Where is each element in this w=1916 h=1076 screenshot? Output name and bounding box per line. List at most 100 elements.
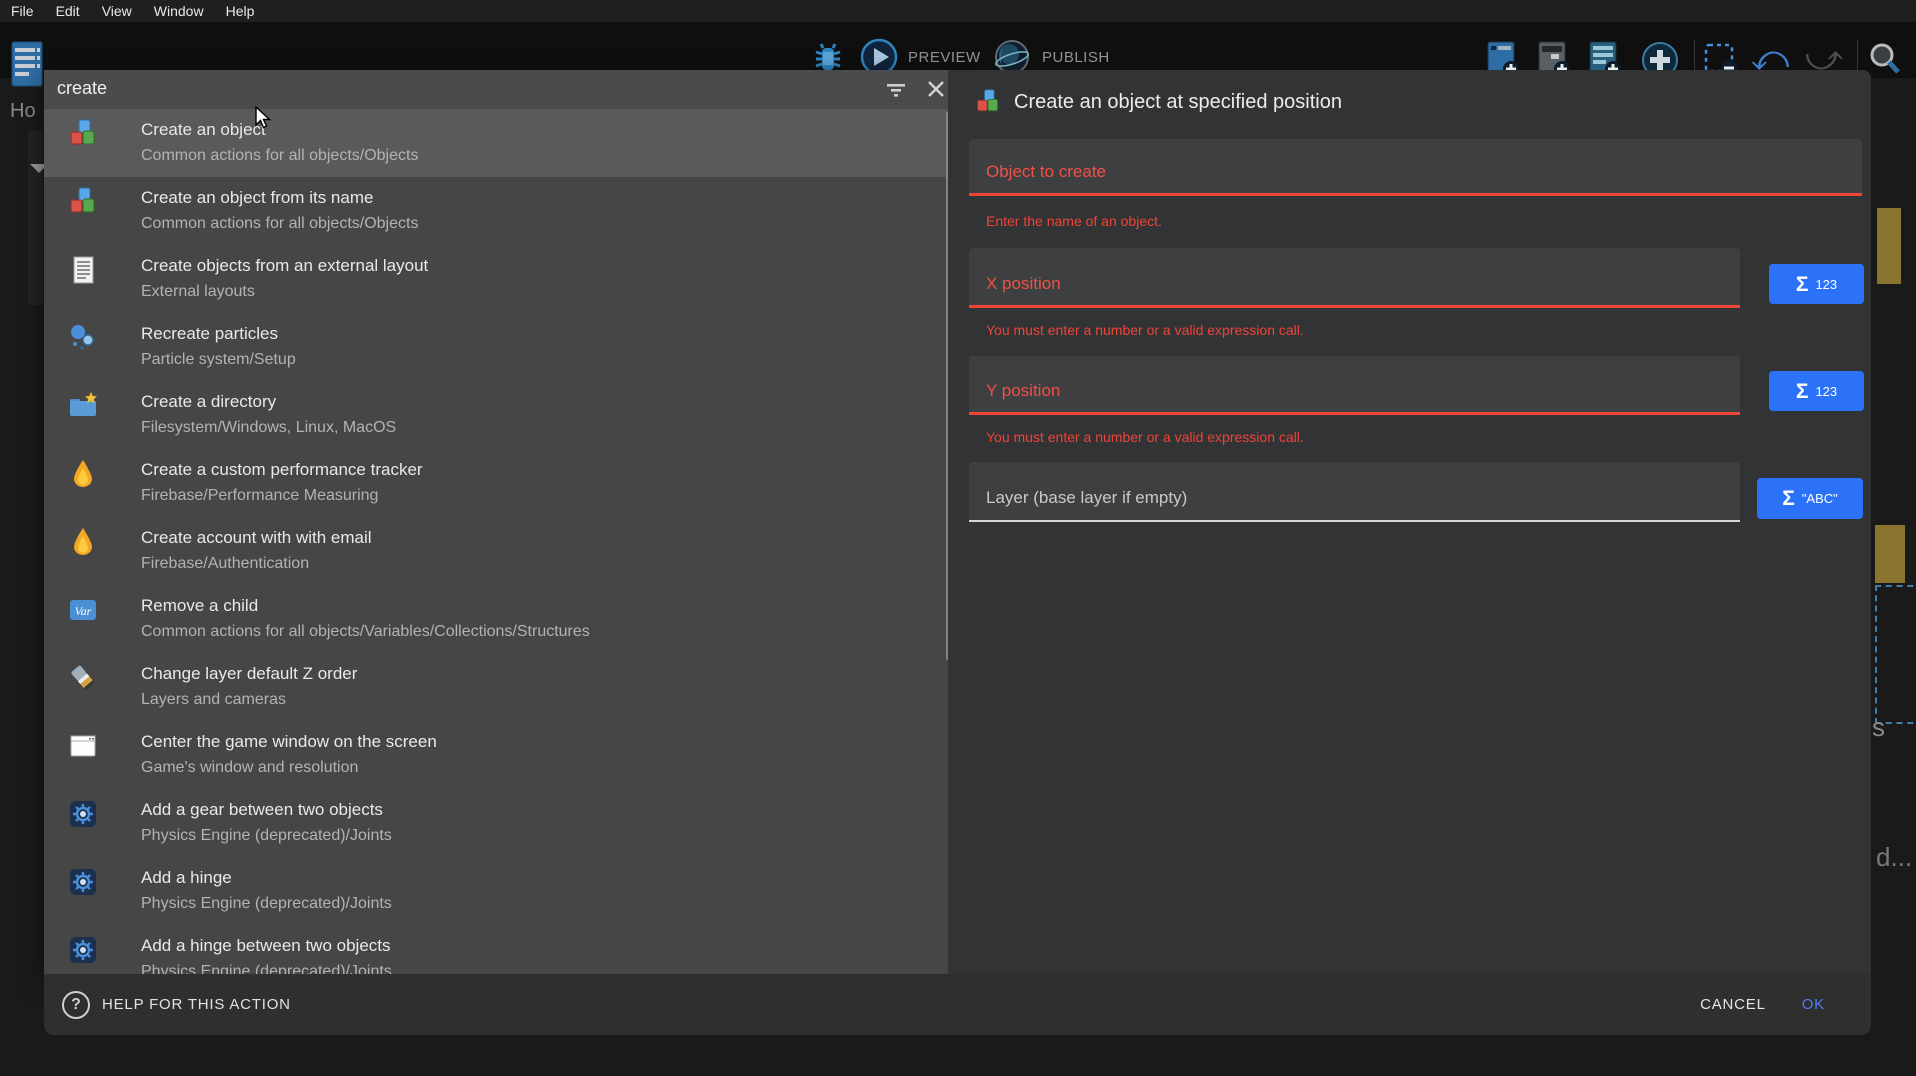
list-item-title: Remove a child — [141, 596, 258, 616]
ok-button[interactable]: OK — [1784, 986, 1843, 1023]
filter-icon[interactable] — [884, 78, 908, 107]
list-item-subtitle: Physics Engine (deprecated)/Joints — [141, 963, 392, 974]
search-input[interactable]: create — [44, 70, 948, 109]
background-letter-d: d... — [1876, 842, 1912, 873]
list-item-subtitle: Layers and cameras — [141, 691, 286, 709]
physics-gear-icon — [67, 866, 99, 898]
x-position-field[interactable]: X position — [969, 248, 1740, 308]
list-item[interactable]: Recreate particles Particle system/Setup — [44, 313, 948, 381]
menu-window[interactable]: Window — [143, 0, 215, 22]
list-item[interactable]: Create a directory Filesystem/Windows, L… — [44, 381, 948, 449]
list-item[interactable]: Var Remove a child Common actions for al… — [44, 585, 948, 653]
background-panel-edge — [28, 130, 43, 305]
action-parameters-panel: Create an object at specified position O… — [948, 70, 1871, 974]
project-manager-icon[interactable] — [10, 40, 44, 95]
list-item-title: Recreate particles — [141, 324, 278, 344]
object-helper-text: Enter the name of an object. — [986, 213, 1162, 229]
list-item-subtitle: Common actions for all objects/Objects — [141, 215, 418, 233]
list-item[interactable]: Change layer default Z order Layers and … — [44, 653, 948, 721]
expression-button-label: "ABC" — [1802, 491, 1838, 506]
x-error-text: You must enter a number or a valid expre… — [986, 322, 1304, 338]
search-query-text: create — [57, 78, 107, 99]
physics-gear-icon — [67, 798, 99, 830]
menu-bar: File Edit View Window Help — [0, 0, 1916, 22]
list-item[interactable]: Create a custom performance tracker Fire… — [44, 449, 948, 517]
sigma-icon: Σ — [1796, 274, 1809, 295]
background-letter-s: s — [1872, 712, 1885, 743]
search-magnifier-icon[interactable] — [1866, 40, 1904, 83]
sigma-icon: Σ — [1782, 488, 1795, 509]
folder-star-icon — [67, 390, 99, 422]
object-to-create-placeholder: Object to create — [986, 162, 1106, 182]
object-to-create-field[interactable]: Object to create — [969, 139, 1862, 196]
list-item-title: Add a hinge — [141, 868, 232, 888]
list-item[interactable]: Create objects from an external layout E… — [44, 245, 948, 313]
list-item[interactable]: Add a hinge between two objects Physics … — [44, 925, 948, 974]
list-item[interactable]: Create account with with email Firebase/… — [44, 517, 948, 585]
list-item-subtitle: Physics Engine (deprecated)/Joints — [141, 895, 392, 913]
list-item-subtitle: Game's window and resolution — [141, 759, 358, 777]
gdevelop-app-window: File Edit View Window Help PREVIEW — [0, 0, 1916, 1076]
help-question-icon[interactable]: ? — [62, 991, 90, 1019]
background-selection-outline — [1875, 585, 1916, 724]
toolbar-divider-2 — [1857, 40, 1858, 74]
list-item-title: Create objects from an external layout — [141, 256, 428, 276]
action-search-popover: create Create an object Common actions f… — [44, 70, 948, 974]
sigma-icon: Σ — [1796, 381, 1809, 402]
particles-icon — [67, 322, 99, 354]
preview-label[interactable]: PREVIEW — [908, 49, 981, 66]
background-home-tab-label: Ho — [10, 100, 36, 123]
y-error-text: You must enter a number or a valid expre… — [986, 429, 1304, 445]
field-underline — [969, 520, 1740, 522]
list-item-title: Center the game window on the screen — [141, 732, 437, 752]
field-underline — [969, 412, 1740, 415]
close-icon[interactable] — [924, 77, 948, 106]
panel-title: Create an object at specified position — [1014, 91, 1342, 114]
list-item-title: Add a hinge between two objects — [141, 936, 391, 956]
field-underline — [969, 305, 1740, 308]
list-item-subtitle: Firebase/Performance Measuring — [141, 487, 378, 505]
game-window-icon — [67, 730, 99, 762]
external-layout-doc-icon — [67, 254, 99, 286]
menu-help[interactable]: Help — [215, 0, 266, 22]
physics-gear-icon — [67, 934, 99, 966]
y-position-placeholder: Y position — [986, 381, 1060, 401]
firebase-flame-icon — [67, 458, 99, 490]
expression-button-label: 123 — [1815, 384, 1837, 399]
publish-label[interactable]: PUBLISH — [1042, 49, 1110, 66]
objects-blocks-icon — [67, 118, 99, 150]
list-item-title: Add a gear between two objects — [141, 800, 383, 820]
cancel-button[interactable]: CANCEL — [1682, 986, 1784, 1023]
expression-button-label: 123 — [1815, 277, 1837, 292]
action-results-list: Create an object Common actions for all … — [44, 109, 948, 974]
list-item[interactable]: Add a gear between two objects Physics E… — [44, 789, 948, 857]
list-item-title: Create an object from its name — [141, 188, 373, 208]
list-item[interactable]: Create an object from its name Common ac… — [44, 177, 948, 245]
help-for-action-button[interactable]: HELP FOR THIS ACTION — [102, 996, 291, 1013]
list-item-subtitle: External layouts — [141, 283, 255, 301]
action-blocks-icon — [974, 88, 1002, 121]
layer-eraser-icon — [67, 662, 99, 694]
mouse-cursor — [255, 106, 273, 135]
menu-view[interactable]: View — [91, 0, 143, 22]
list-item[interactable]: Center the game window on the screen Gam… — [44, 721, 948, 789]
list-item-title: Create account with with email — [141, 528, 372, 548]
background-scene-object-2 — [1875, 525, 1905, 583]
y-position-field[interactable]: Y position — [969, 356, 1740, 415]
layer-field[interactable]: Layer (base layer if empty) — [969, 462, 1740, 522]
menu-file[interactable]: File — [0, 0, 45, 22]
y-expression-button[interactable]: Σ 123 — [1769, 371, 1864, 411]
menu-edit[interactable]: Edit — [45, 0, 91, 22]
list-item[interactable]: Create an object Common actions for all … — [44, 109, 948, 177]
svg-text:Var: Var — [75, 604, 92, 618]
list-item-title: Change layer default Z order — [141, 664, 357, 684]
list-item[interactable]: Add a hinge Physics Engine (deprecated)/… — [44, 857, 948, 925]
layer-expression-button[interactable]: Σ "ABC" — [1757, 478, 1863, 519]
list-item-subtitle: Common actions for all objects/Objects — [141, 147, 418, 165]
dialog-footer: ? HELP FOR THIS ACTION CANCEL OK — [44, 974, 1871, 1035]
list-item-title: Create an object — [141, 120, 266, 140]
list-item-title: Create a directory — [141, 392, 276, 412]
field-underline — [969, 193, 1862, 196]
x-expression-button[interactable]: Σ 123 — [1769, 264, 1864, 304]
list-item-title: Create a custom performance tracker — [141, 460, 423, 480]
